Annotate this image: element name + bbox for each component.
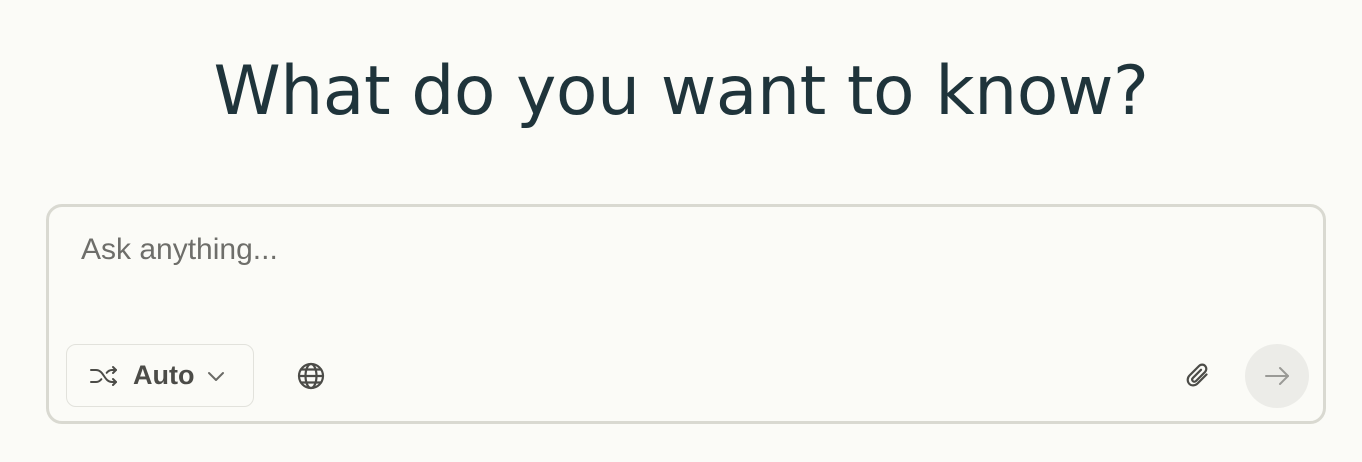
submit-button[interactable]	[1245, 344, 1309, 408]
attach-file-button[interactable]	[1177, 354, 1221, 398]
globe-icon	[296, 361, 326, 391]
arrow-right-icon	[1263, 365, 1291, 387]
query-composer: Auto	[46, 204, 1326, 424]
mode-label: Auto	[133, 360, 195, 390]
page-title: What do you want to know?	[213, 52, 1149, 131]
shuffle-icon	[89, 364, 119, 388]
page: What do you want to know? Auto	[0, 0, 1362, 462]
paperclip-icon	[1184, 361, 1214, 391]
web-search-button[interactable]	[289, 354, 333, 398]
query-input[interactable]	[81, 233, 1281, 293]
chevron-down-icon	[206, 369, 226, 383]
mode-selector-button[interactable]: Auto	[66, 344, 254, 407]
